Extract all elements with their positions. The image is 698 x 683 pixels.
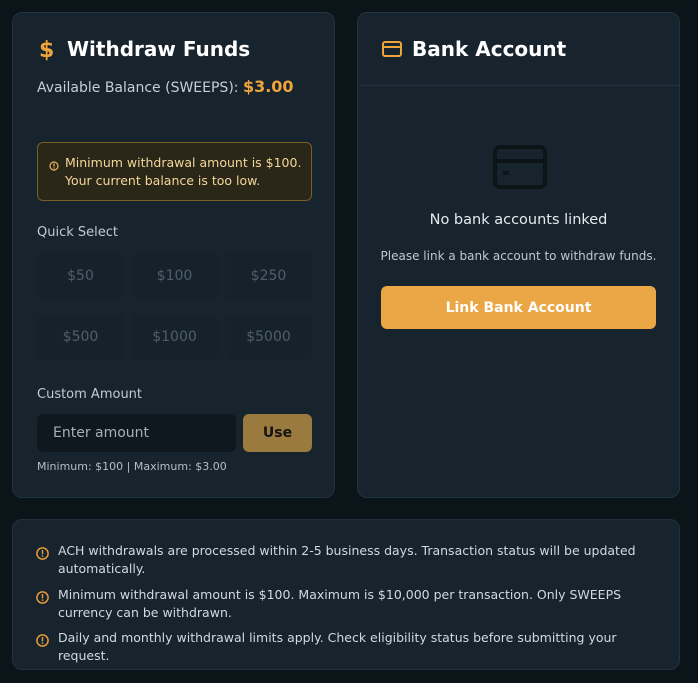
use-button[interactable]: Use (243, 414, 312, 452)
bank-title: Bank Account (382, 37, 566, 61)
quick-amount-5000[interactable]: $5000 (225, 314, 312, 360)
alert-icon (36, 632, 49, 651)
info-text: ACH withdrawals are processed within 2-5… (58, 543, 636, 576)
link-bank-account-button[interactable]: Link Bank Account (381, 286, 656, 329)
quick-amount-1000[interactable]: $1000 (131, 314, 218, 360)
minimum-warning: Minimum withdrawal amount is $100. Your … (37, 142, 312, 201)
withdrawal-info-card: ACH withdrawals are processed within 2-5… (12, 519, 680, 670)
warning-line-1: Minimum withdrawal amount is $100. (65, 155, 302, 170)
info-text: Minimum withdrawal amount is $100. Maxim… (58, 587, 622, 620)
alert-icon (36, 589, 49, 608)
info-text: Daily and monthly withdrawal limits appl… (58, 630, 617, 663)
dollar-icon: $ (37, 37, 57, 61)
bank-divider (358, 85, 679, 86)
no-bank-accounts-subtitle: Please link a bank account to withdraw f… (380, 249, 657, 263)
custom-amount-input[interactable] (37, 414, 236, 452)
withdraw-funds-card: $ Withdraw Funds Available Balance (SWEE… (12, 12, 335, 498)
quick-select-grid: $50 $100 $250 $500 $1000 $5000 (37, 253, 312, 365)
quick-amount-100[interactable]: $100 (131, 253, 218, 299)
quick-amount-250[interactable]: $250 (225, 253, 312, 299)
bank-account-card: Bank Account No bank accounts linked Ple… (357, 12, 680, 498)
credit-card-icon (382, 41, 402, 57)
alert-icon (36, 545, 49, 564)
warning-line-2: Your current balance is too low. (65, 173, 261, 188)
no-bank-accounts-title: No bank accounts linked (429, 212, 608, 228)
alert-icon (49, 156, 59, 175)
limits-text: Minimum: $100 | Maximum: $3.00 (37, 460, 227, 473)
custom-amount-label: Custom Amount (37, 387, 143, 402)
available-balance: Available Balance (SWEEPS): $3.00 (37, 77, 294, 96)
balance-value: $3.00 (242, 77, 294, 96)
bank-title-text: Bank Account (412, 37, 567, 61)
quick-amount-50[interactable]: $50 (37, 253, 124, 299)
svg-text:$: $ (39, 38, 54, 61)
quick-amount-500[interactable]: $500 (37, 314, 124, 360)
withdraw-title-text: Withdraw Funds (67, 37, 251, 61)
balance-label: Available Balance (SWEEPS): (37, 80, 239, 96)
quick-select-label: Quick Select (37, 225, 118, 240)
empty-card-icon (493, 145, 547, 193)
withdraw-title: $ Withdraw Funds (37, 37, 250, 61)
